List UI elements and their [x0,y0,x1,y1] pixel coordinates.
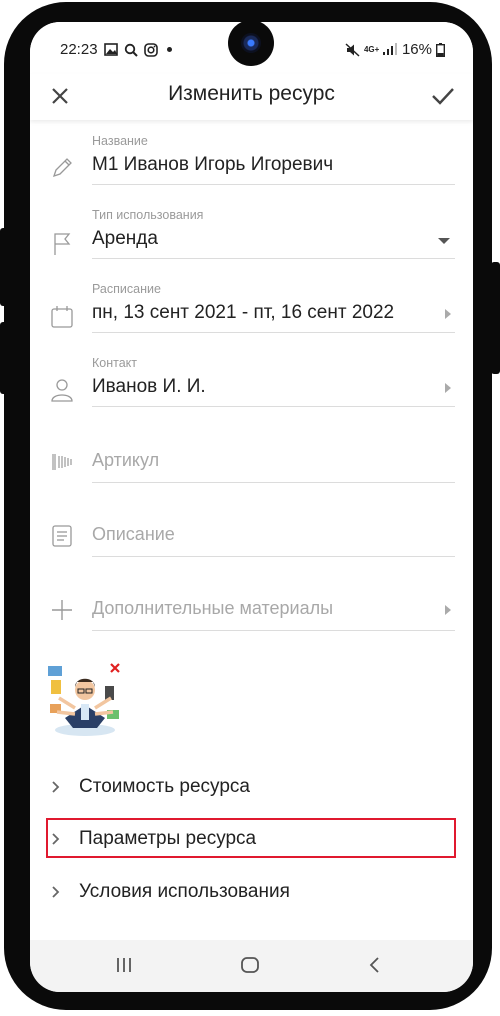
section-usage-conditions[interactable]: Условия использования [30,873,473,913]
document-icon [52,525,72,547]
person-icon [51,379,73,402]
usage-type-value: Аренда [92,228,158,249]
front-camera [228,22,274,66]
usage-type-label: Тип использования [92,208,204,222]
chevron-right-icon [52,833,60,845]
notification-dot-icon [166,47,172,52]
volume-button [0,228,10,306]
section-label: Условия использования [79,881,290,902]
name-value: М1 Иванов Игорь Игоревич [92,154,334,175]
save-button[interactable] [429,82,457,110]
battery-percent: 16% [401,41,432,58]
contact-value: Иванов И. И. [92,376,206,397]
side-button [0,322,10,394]
chevron-right-icon [52,781,60,793]
pencil-icon [52,158,72,178]
instagram-icon [143,42,158,57]
chevron-right-icon [445,309,451,319]
app-bar: Изменить ресурс [30,74,473,120]
schedule-value: пн, 13 сент 2021 - пт, 16 сент 2022 [92,302,395,323]
mute-icon [345,42,360,57]
section-label: Параметры ресурса [79,828,257,849]
chevron-right-icon [445,383,451,393]
network-type: 4G+ [363,44,380,54]
home-icon[interactable] [240,956,260,974]
article-input[interactable]: Артикул [92,446,455,471]
section-label: Стоимость ресурса [79,776,250,797]
search-icon [124,43,138,57]
calendar-icon [51,306,73,328]
section-resource-cost[interactable]: Стоимость ресурса [30,768,473,808]
check-icon [432,88,454,105]
status-bar: 22:23 4G+ 16% [30,22,473,78]
status-time: 22:23 [60,41,98,58]
recent-apps-icon[interactable] [115,956,133,974]
system-nav-bar [30,940,473,992]
camera-lens [241,33,261,53]
plus-icon [52,600,72,620]
battery-icon [436,42,445,57]
resource-image[interactable] [45,660,125,738]
chevron-right-icon [445,605,451,615]
section-resource-params[interactable]: Параметры ресурса [30,818,473,860]
flag-icon [54,233,71,255]
contact-label: Контакт [92,356,138,370]
dropdown-arrow-icon [438,238,450,244]
description-input[interactable]: Описание [92,520,455,545]
businessman-illustration [45,660,125,738]
materials-input: Дополнительные материалы [92,598,334,618]
signal-icon [382,43,397,55]
gallery-icon [103,43,118,56]
page-title: Изменить ресурс [168,82,335,105]
screen: 22:23 4G+ 16% Изменить ресурс Название М… [30,22,473,992]
chevron-right-icon [52,886,60,898]
name-label: Название [92,134,148,148]
power-button [491,262,500,374]
barcode-icon [52,454,72,470]
schedule-label: Расписание [92,282,161,296]
back-icon[interactable] [368,956,380,974]
